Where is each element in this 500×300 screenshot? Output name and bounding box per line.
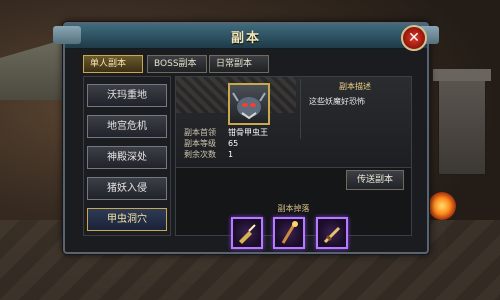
drop-slot-2[interactable] [273,217,305,249]
close-button[interactable]: ✕ [401,25,427,51]
dungeon-item-pig-invasion[interactable]: 猪妖入侵 [87,177,167,200]
window-titlebar: 副本 [53,24,439,49]
dagger-icon [239,224,256,244]
boss-portrait [228,83,270,125]
close-icon: ✕ [408,30,420,46]
dungeon-detail-panel: 副本首领 钳骨甲虫王 副本等级 65 剩余次数 1 副本描述 这些妖魔好恐怖 [176,77,411,168]
dungeon-item-woma[interactable]: 沃玛重地 [87,84,167,107]
level-value: 65 [228,139,239,148]
drop-slot-1[interactable] [231,217,263,249]
staff-icon [281,221,298,244]
window-title: 副本 [230,31,261,46]
teleport-button[interactable]: 传送副本 [346,170,404,190]
description-box: 副本描述 这些妖魔好恐怖 [300,79,409,139]
dungeon-item-beetle-cave[interactable]: 甲虫洞穴 [87,208,167,231]
description-title: 副本描述 [339,82,371,91]
boss-name: 钳骨甲虫王 [228,128,268,137]
description-text: 这些妖魔好恐怖 [309,97,365,106]
dungeon-window: 副本 ✕ 单人副本 BOSS副本 日常副本 沃玛重地 地宫危机 神殿深处 猪妖入… [53,22,439,254]
sword-icon [323,226,341,244]
dungeon-info: 副本首领 钳骨甲虫王 副本等级 65 剩余次数 1 [184,127,268,160]
tab-daily-dungeon[interactable]: 日常副本 [209,55,269,73]
drop-slot-3[interactable] [316,217,348,249]
background-hut [0,40,62,100]
dungeon-list: 沃玛重地 地宫危机 神殿深处 猪妖入侵 甲虫洞穴 [83,76,171,236]
dungeon-detail-area: 副本首领 钳骨甲虫王 副本等级 65 剩余次数 1 副本描述 这些妖魔好恐怖 传… [175,76,412,249]
torch-fire [428,192,456,220]
boss-label: 副本首领 [184,128,216,137]
beetle-king-icon [232,92,266,120]
dungeon-item-temple-depths[interactable]: 神殿深处 [87,146,167,169]
drops-row [176,217,411,257]
level-label: 副本等级 [184,139,216,148]
tab-boss-dungeon[interactable]: BOSS副本 [147,55,207,73]
drops-title: 副本掉落 [277,204,310,213]
remaining-label: 剩余次数 [184,150,216,159]
background-stone-tower [433,69,491,175]
tab-single-dungeon[interactable]: 单人副本 [83,55,143,73]
remaining-value: 1 [228,150,234,159]
dungeon-item-palace-crisis[interactable]: 地宫危机 [87,115,167,138]
